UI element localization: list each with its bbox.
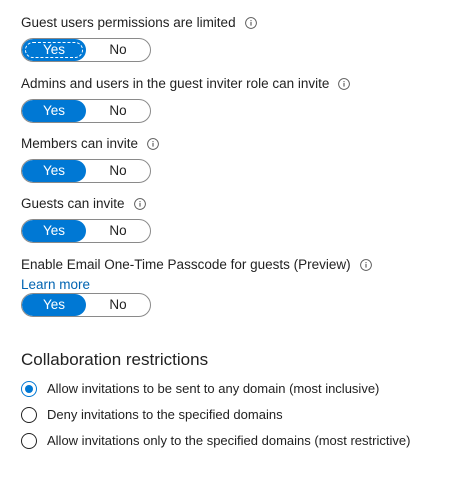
setting-label: Admins and users in the guest inviter ro… [21, 76, 330, 91]
setting-guest-permissions-limited: Guest users permissions are limited Yes … [21, 15, 257, 62]
toggle-yes-option[interactable]: Yes [22, 220, 86, 242]
toggle-yes-option[interactable]: Yes [22, 39, 86, 61]
setting-guests-can-invite: Guests can invite Yes No [21, 196, 151, 243]
toggle-no-option[interactable]: No [86, 160, 150, 182]
radio-label: Allow invitations to be sent to any doma… [47, 381, 380, 396]
yes-no-toggle[interactable]: Yes No [21, 38, 151, 62]
radio-option-allow-any-domain[interactable]: Allow invitations to be sent to any doma… [21, 381, 379, 397]
toggle-no-option[interactable]: No [86, 100, 150, 122]
radio-button-checked[interactable] [21, 381, 37, 397]
toggle-yes-option[interactable]: Yes [22, 100, 86, 122]
info-icon[interactable] [359, 259, 372, 271]
yes-no-toggle[interactable]: Yes No [21, 159, 151, 183]
setting-label: Guests can invite [21, 196, 125, 211]
setting-label: Members can invite [21, 136, 139, 151]
collaboration-restrictions-heading: Collaboration restrictions [21, 350, 209, 369]
setting-label: Enable Email One-Time Passcode for guest… [21, 257, 351, 272]
learn-more-link[interactable]: Learn more [21, 277, 372, 293]
toggle-yes-option[interactable]: Yes [22, 294, 86, 316]
info-icon[interactable] [338, 78, 351, 90]
yes-no-toggle[interactable]: Yes No [21, 99, 151, 123]
yes-no-toggle[interactable]: Yes No [21, 219, 151, 243]
setting-members-can-invite: Members can invite Yes No [21, 136, 159, 183]
radio-option-deny-specified-domains[interactable]: Deny invitations to the specified domain… [21, 407, 283, 423]
yes-no-toggle[interactable]: Yes No [21, 293, 151, 317]
toggle-no-option[interactable]: No [86, 294, 150, 316]
toggle-no-option[interactable]: No [86, 39, 150, 61]
info-icon[interactable] [133, 198, 146, 210]
toggle-yes-option[interactable]: Yes [22, 160, 86, 182]
radio-label: Deny invitations to the specified domain… [47, 407, 283, 422]
radio-option-allow-only-specified-domains[interactable]: Allow invitations only to the specified … [21, 433, 410, 449]
setting-admins-guest-inviter-can-invite: Admins and users in the guest inviter ro… [21, 76, 351, 123]
radio-label: Allow invitations only to the specified … [47, 433, 411, 448]
setting-label: Guest users permissions are limited [21, 15, 236, 30]
radio-button[interactable] [21, 433, 37, 449]
setting-email-otp-guests: Enable Email One-Time Passcode for guest… [21, 257, 372, 317]
info-icon[interactable] [244, 17, 257, 29]
info-icon[interactable] [147, 138, 159, 150]
toggle-no-option[interactable]: No [86, 220, 150, 242]
radio-button[interactable] [21, 407, 37, 423]
